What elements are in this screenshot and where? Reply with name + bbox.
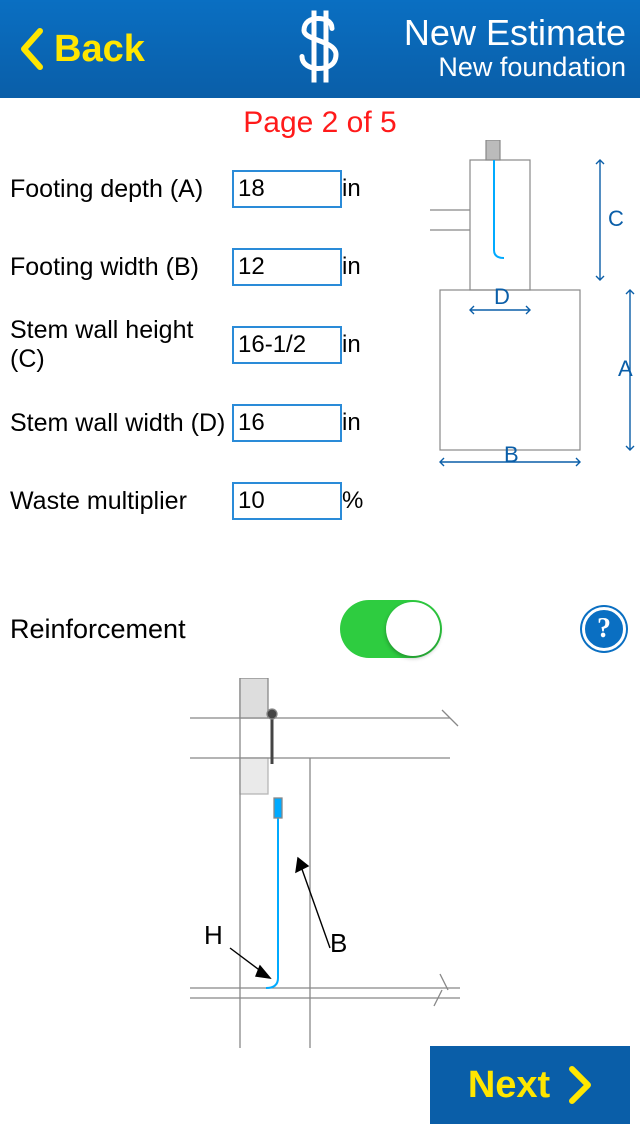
reinforcement-row: Reinforcement ? (0, 600, 640, 658)
stem-height-input[interactable] (232, 326, 342, 364)
field-label: Stem wall height (C) (10, 316, 232, 374)
field-unit: in (342, 326, 378, 364)
help-button[interactable]: ? (582, 607, 626, 651)
field-label: Stem wall width (D) (10, 409, 232, 438)
header-title: New Estimate (404, 14, 626, 52)
diagram-label-h: H (204, 920, 223, 950)
diagram-label-b2: B (330, 928, 347, 958)
chevron-right-icon (568, 1065, 592, 1105)
diagram-label-c: C (608, 206, 624, 231)
field-label: Footing width (B) (10, 253, 232, 282)
reinforcement-label: Reinforcement (10, 614, 310, 645)
page-indicator: Page 2 of 5 (0, 106, 640, 140)
reinforcement-toggle[interactable] (340, 600, 442, 658)
field-label: Waste multiplier (10, 487, 232, 516)
back-button[interactable]: Back (0, 27, 145, 71)
app-logo-icon (288, 11, 352, 88)
back-label: Back (54, 28, 145, 71)
field-unit: % (342, 482, 378, 520)
footing-width-input[interactable] (232, 248, 342, 286)
foundation-cross-section-diagram: C A B D (430, 140, 640, 470)
app-header: Back New Estimate New foundation (0, 0, 640, 98)
field-label: Footing depth (A) (10, 175, 232, 204)
header-title-block: New Estimate New foundation (404, 14, 626, 83)
field-unit: in (342, 170, 378, 208)
diagram-label-a: A (618, 356, 633, 381)
question-mark-icon: ? (597, 613, 611, 645)
chevron-left-icon (18, 27, 46, 71)
toggle-knob (386, 602, 440, 656)
reinforcement-detail-diagram: H B (170, 678, 470, 1048)
stem-width-input[interactable] (232, 404, 342, 442)
diagram-label-b: B (504, 442, 519, 467)
next-label: Next (468, 1064, 550, 1107)
diagram-label-d: D (494, 284, 510, 309)
field-unit: in (342, 248, 378, 286)
form-area: Footing depth (A) in Footing width (B) i… (0, 140, 640, 540)
header-subtitle: New foundation (404, 52, 626, 83)
waste-multiplier-input[interactable] (232, 482, 342, 520)
footing-depth-input[interactable] (232, 170, 342, 208)
field-unit: in (342, 404, 378, 442)
field-row-waste: Waste multiplier % (10, 462, 630, 540)
next-button[interactable]: Next (430, 1046, 630, 1124)
